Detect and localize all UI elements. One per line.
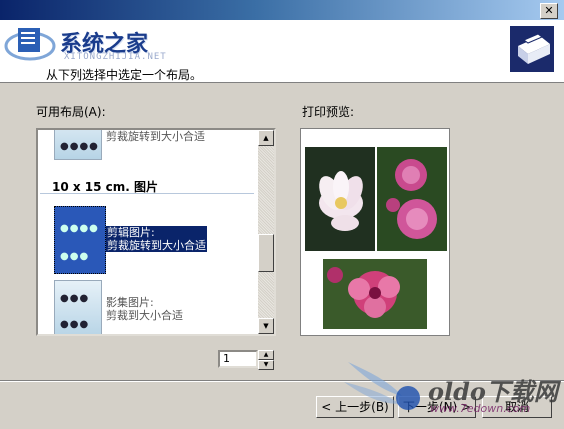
scroll-up-button[interactable]: ▲ [258,130,274,146]
thumbnail-figures: ●●● [60,251,90,262]
printer-icon [510,26,554,72]
layout-item-title: 影集图片: [106,296,154,309]
section-divider [40,193,254,194]
copies-spinner[interactable]: ▲ ▼ [258,350,274,370]
lotus-photo [305,147,375,251]
layout-item-selected-text[interactable]: 剪辑图片: 剪裁旋转到大小合适 [106,226,207,252]
layout-list[interactable]: ●●●● 剪裁旋转到大小合适 10 x 15 cm. 图片 ●●●● ●●● 剪… [36,128,276,336]
layout-thumbnail[interactable]: ●●●● [54,130,102,160]
layout-item-title: 剪辑图片: [107,226,155,239]
geranium-photo [323,259,427,329]
arrow-up-icon: ▲ [263,134,269,142]
logo-subtext: XITONGZHIJIA.NET [64,52,167,62]
close-icon: ✕ [544,4,554,17]
thumbnail-figures: ●●●● [60,223,99,234]
spin-up-button[interactable]: ▲ [258,350,274,360]
layout-item-selected[interactable]: ●●●● ●●● [54,206,106,274]
header-subtitle: 从下列选择中选定一个布局。 [46,68,203,82]
logo-icon [4,28,56,61]
close-button[interactable]: ✕ [540,3,558,19]
thumbnail-figures: ●●● [60,319,90,330]
thumbnail-figures: ●●● [60,293,90,304]
available-layouts-label: 可用布局(A): [36,105,106,119]
print-preview-label: 打印预览: [302,105,355,119]
arrow-down-icon: ▼ [263,322,269,330]
title-bar: ✕ [0,0,564,20]
back-button[interactable]: < 上一步(B) [316,396,394,418]
print-preview-pane [300,128,450,336]
arrow-down-icon: ▼ [263,361,269,368]
footer-divider [0,380,564,382]
cancel-button[interactable]: 取消 [482,396,552,418]
layout-list-scrollbar[interactable]: ▲ ▼ [258,130,274,334]
arrow-up-icon: ▲ [263,351,269,358]
site-logo: 系统之家 XITONGZHIJIA.NET [2,22,202,66]
spin-down-button[interactable]: ▼ [258,360,274,370]
carnation-photo [377,147,447,251]
layout-item-text[interactable]: 影集图片: 剪裁到大小合适 [106,296,183,322]
layout-item-desc: 剪裁旋转到大小合适 [107,239,206,252]
scroll-thumb[interactable] [258,234,274,272]
scroll-down-button[interactable]: ▼ [258,318,274,334]
wizard-header: 系统之家 XITONGZHIJIA.NET 从下列选择中选定一个布局。 [0,20,564,83]
layout-thumbnail[interactable]: ●●● ●●● [54,280,102,334]
copies-input[interactable]: 1 [218,350,258,368]
layout-item-desc: 剪裁到大小合适 [106,309,183,322]
layout-list-content: ●●●● 剪裁旋转到大小合适 10 x 15 cm. 图片 ●●●● ●●● 剪… [38,130,258,334]
thumbnail-figures: ●●●● [60,141,99,152]
layout-item-text[interactable]: 剪裁旋转到大小合适 [106,130,205,143]
next-button[interactable]: 下一步(N) > [398,396,476,418]
